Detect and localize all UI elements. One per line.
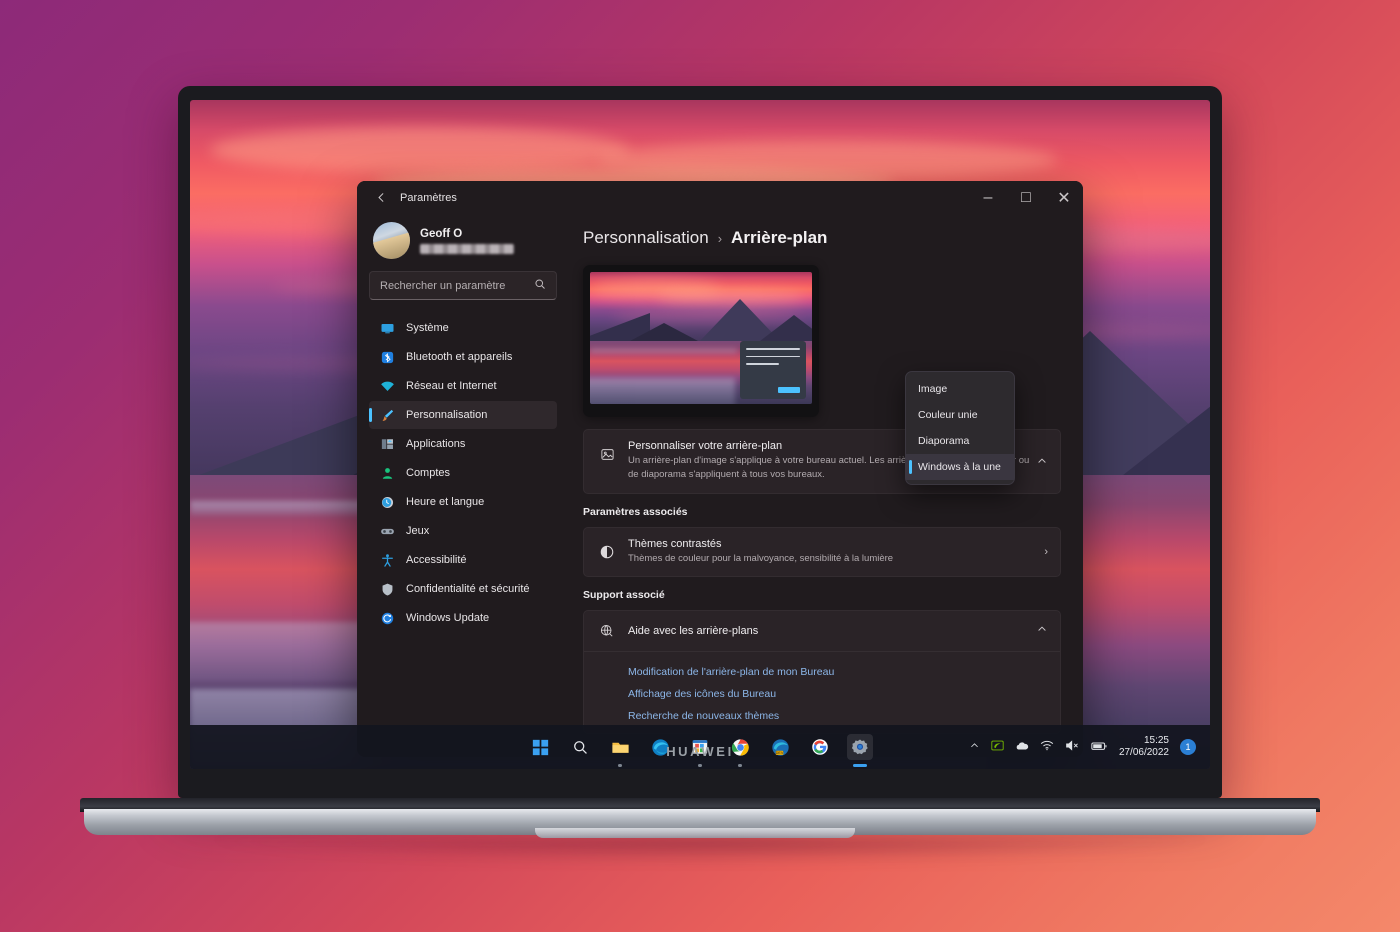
help-title: Aide avec les arrière-plans — [628, 624, 759, 637]
dropdown-option-label: Couleur unie — [918, 409, 978, 421]
sidebar-item-label: Réseau et Internet — [406, 380, 497, 392]
sidebar-item-heure-et-langue[interactable]: Heure et langue — [369, 488, 557, 516]
window-titlebar: Paramètres – □ ✕ — [357, 181, 1083, 214]
help-link[interactable]: Modification de l'arrière-plan de mon Bu… — [584, 661, 1060, 683]
breadcrumb-separator: › — [717, 230, 723, 246]
search-icon[interactable] — [534, 277, 546, 295]
sidebar-item-syst-me[interactable]: Système — [369, 314, 557, 342]
apps-icon — [379, 436, 395, 452]
help-header[interactable]: Aide avec les arrière-plans — [584, 611, 1060, 651]
dropdown-option-label: Image — [918, 383, 948, 395]
desktop-preview-monitor — [583, 265, 819, 417]
chevron-right-icon[interactable]: › — [1044, 546, 1048, 558]
accessibility-icon — [379, 552, 395, 568]
background-type-dropdown[interactable]: Image Couleur unie Diaporama Windows à la u… — [905, 371, 1015, 485]
dropdown-option-couleur-unie[interactable]: Couleur unie — [906, 402, 1014, 428]
dropdown-option-label: Diaporama — [918, 435, 970, 447]
wifi-icon — [379, 378, 395, 394]
sidebar-item-label: Heure et langue — [406, 496, 485, 508]
sidebar-item-personnalisation[interactable]: Personnalisation — [369, 401, 557, 429]
sidebar-item-confidentialit-et-s-curit[interactable]: Confidentialité et sécurité — [369, 575, 557, 603]
sidebar-item-label: Bluetooth et appareils — [406, 351, 513, 363]
brand-logo: HUAWEI — [666, 744, 734, 759]
sidebar-item-applications[interactable]: Applications — [369, 430, 557, 458]
sidebar-item-label: Comptes — [406, 467, 451, 479]
close-button[interactable]: ✕ — [1045, 181, 1083, 214]
maximize-button[interactable]: □ — [1007, 181, 1045, 214]
sidebar-item-r-seau-et-internet[interactable]: Réseau et Internet — [369, 372, 557, 400]
paintbrush-icon — [379, 407, 395, 423]
scene: Paramètres – □ ✕ Geoff O Rechercher un p… — [0, 0, 1400, 932]
gamepad-icon — [379, 523, 395, 539]
laptop-lid: Paramètres – □ ✕ Geoff O Rechercher un p… — [178, 86, 1222, 798]
help-card: Aide avec les arrière-plans Modification… — [583, 609, 1061, 734]
user-profile[interactable]: Geoff O — [369, 214, 557, 271]
laptop-screen: Paramètres – □ ✕ Geoff O Rechercher un p… — [190, 100, 1210, 769]
clock-icon — [379, 494, 395, 510]
globe-help-icon — [596, 623, 618, 639]
dropdown-option-diaporama[interactable]: Diaporama — [906, 428, 1014, 454]
search-input[interactable] — [380, 279, 534, 292]
profile-email-redacted — [420, 243, 514, 254]
preview-dialog-button — [778, 387, 800, 393]
chevron-up-icon[interactable] — [1036, 454, 1048, 472]
window-controls: – □ ✕ — [969, 181, 1083, 214]
row-title: Thèmes contrastés — [628, 537, 722, 550]
related-settings-label: Paramètres associés — [583, 505, 688, 518]
profile-name: Geoff O — [420, 227, 463, 240]
preview-screen — [590, 272, 812, 404]
dropdown-option-windows-la-une[interactable]: Windows à la une — [906, 454, 1014, 480]
sidebar-item-label: Personnalisation — [406, 409, 488, 421]
help-links: Modification de l'arrière-plan de mon Bu… — [584, 650, 1060, 733]
sidebar-item-label: Jeux — [406, 525, 430, 537]
preview-dialog — [740, 341, 806, 399]
related-support-label: Support associé — [583, 588, 665, 601]
card-expand[interactable] — [1036, 454, 1048, 472]
sidebar-nav: Système Bluetooth et appareils Réseau et I… — [369, 314, 557, 632]
sidebar-item-label: Confidentialité et sécurité — [406, 583, 530, 595]
help-collapse[interactable] — [1036, 622, 1048, 640]
page-title: Arrière-plan — [731, 228, 828, 247]
sidebar-item-label: Accessibilité — [406, 554, 467, 566]
help-link[interactable]: Affichage des icônes du Bureau — [584, 683, 1060, 705]
contrast-icon — [596, 544, 618, 560]
settings-window[interactable]: Paramètres – □ ✕ Geoff O Rechercher un p… — [357, 181, 1083, 757]
sidebar-item-windows-update[interactable]: Windows Update — [369, 604, 557, 632]
sidebar-item-jeux[interactable]: Jeux — [369, 517, 557, 545]
app-title: Paramètres — [400, 191, 457, 204]
breadcrumb-parent[interactable]: Personnalisation — [583, 228, 709, 248]
sidebar-item-accessibilit[interactable]: Accessibilité — [369, 546, 557, 574]
row-subtitle: Thèmes de couleur pour la malvoyance, se… — [628, 552, 894, 564]
person-icon — [379, 465, 395, 481]
sidebar-item-bluetooth-et-appareils[interactable]: Bluetooth et appareils — [369, 343, 557, 371]
sidebar-item-label: Système — [406, 322, 449, 334]
sidebar-item-label: Windows Update — [406, 612, 490, 624]
sidebar-item-label: Applications — [406, 438, 466, 450]
laptop-bezel: Paramètres – □ ✕ Geoff O Rechercher un p… — [190, 100, 1210, 769]
monitor-icon — [379, 320, 395, 336]
laptop-base — [80, 798, 1320, 864]
search-box[interactable] — [369, 271, 557, 300]
image-icon — [596, 447, 618, 462]
dropdown-option-image[interactable]: Image — [906, 376, 1014, 402]
help-link[interactable]: Recherche de nouveaux thèmes — [584, 705, 1060, 727]
contrast-themes-row[interactable]: Thèmes contrastés Thèmes de couleur pour… — [583, 526, 1061, 577]
shield-icon — [379, 581, 395, 597]
chevron-up-icon[interactable] — [1036, 622, 1048, 640]
breadcrumb: Personnalisation › Arrière-plan — [583, 228, 1061, 248]
sidebar-item-comptes[interactable]: Comptes — [369, 459, 557, 487]
dropdown-option-label: Windows à la une — [918, 461, 1001, 473]
bluetooth-icon — [379, 349, 395, 365]
minimize-button[interactable]: – — [969, 181, 1007, 214]
back-arrow-icon[interactable] — [368, 185, 394, 211]
content-area: Personnalisation › Arrière-plan Personna… — [569, 214, 1083, 757]
update-icon — [379, 610, 395, 626]
avatar — [373, 222, 410, 259]
sidebar: Geoff O Rechercher un paramètre Système … — [357, 214, 569, 757]
